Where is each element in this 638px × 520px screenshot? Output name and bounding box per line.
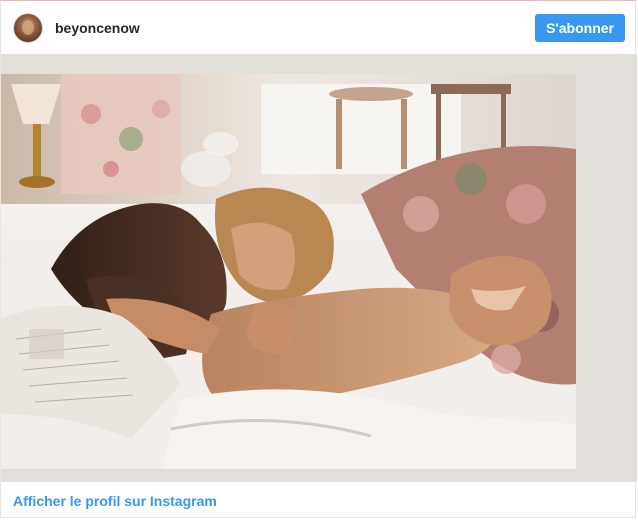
username[interactable]: beyoncenow (55, 20, 140, 36)
follow-button[interactable]: S'abonner (535, 13, 625, 42)
avatar[interactable] (13, 12, 43, 43)
post-image[interactable] (1, 54, 637, 482)
view-profile-link[interactable]: Afficher le profil sur Instagram (13, 493, 217, 509)
photo-illustration (1, 54, 637, 482)
instagram-embed-card: beyoncenow S'abonner Afficher le profil … (0, 0, 637, 519)
post-footer: Afficher le profil sur Instagram (1, 482, 637, 519)
post-header: beyoncenow S'abonner (1, 1, 637, 54)
